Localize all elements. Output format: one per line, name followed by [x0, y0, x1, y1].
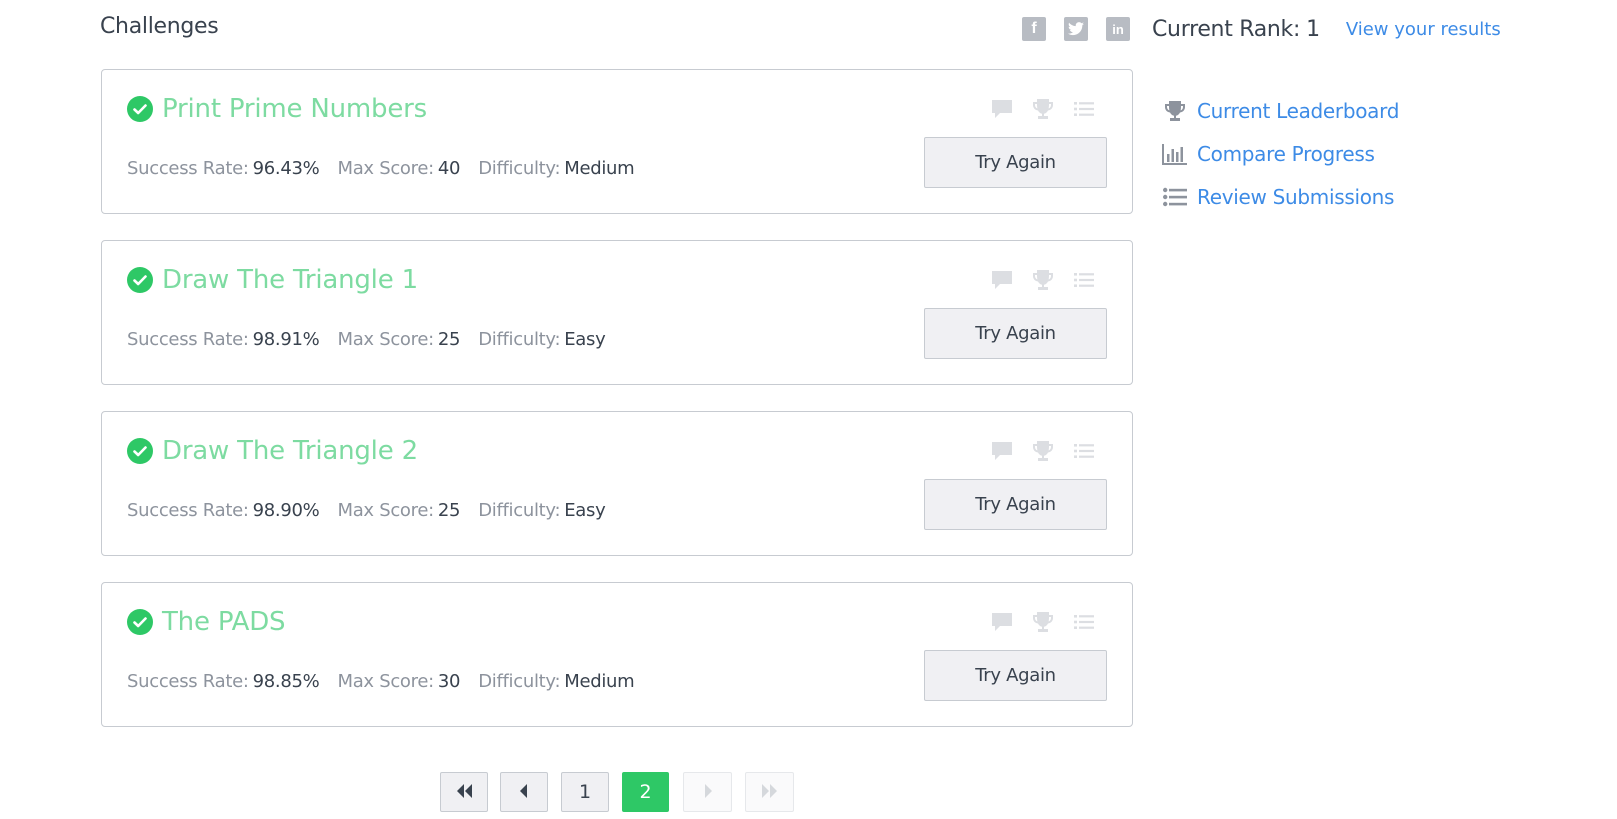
challenge-title[interactable]: Draw The Triangle 1 — [162, 265, 418, 295]
difficulty-value: Easy — [564, 500, 606, 521]
challenge-title[interactable]: The PADS — [162, 607, 286, 637]
challenge-actions — [990, 269, 1113, 291]
difficulty-label: Difficulty: — [478, 500, 561, 521]
challenge-actions — [990, 611, 1113, 633]
max-score-value: 30 — [437, 671, 461, 692]
challenge-title-row: Draw The Triangle 1 — [127, 265, 418, 295]
success-rate-value: 98.91% — [252, 329, 320, 350]
trophy-icon — [1162, 100, 1188, 122]
difficulty-label: Difficulty: — [478, 671, 561, 692]
difficulty-label: Difficulty: — [478, 329, 561, 350]
challenge-meta: Success Rate: 98.91% Max Score: 25 Difficu… — [127, 329, 623, 350]
try-again-button[interactable]: Try Again — [924, 308, 1107, 359]
bar-chart-icon — [1162, 143, 1188, 165]
sidebar: Current Leaderboard Compare Progress Rev… — [1162, 99, 1400, 229]
challenge-card: Draw The Triangle 1 Success Rate: 98.91% … — [101, 240, 1133, 385]
list-icon[interactable] — [1072, 611, 1096, 633]
challenge-title-row: Draw The Triangle 2 — [127, 436, 418, 466]
try-again-button[interactable]: Try Again — [924, 137, 1107, 188]
sidebar-item-label: Review Submissions — [1197, 185, 1395, 209]
twitter-icon[interactable] — [1064, 17, 1088, 41]
challenge-actions — [990, 98, 1113, 120]
linkedin-icon[interactable]: in — [1106, 17, 1130, 41]
prev-page-button[interactable] — [500, 772, 548, 812]
first-page-button[interactable] — [440, 772, 488, 812]
success-rate-label: Success Rate: — [127, 158, 249, 179]
trophy-icon[interactable] — [1031, 269, 1055, 291]
sidebar-item-label: Compare Progress — [1197, 142, 1375, 166]
discussion-icon[interactable] — [990, 98, 1014, 120]
max-score-value: 40 — [437, 158, 461, 179]
check-icon — [127, 609, 153, 635]
discussion-icon[interactable] — [990, 611, 1014, 633]
try-again-button[interactable]: Try Again — [924, 479, 1107, 530]
sidebar-item-compare-progress[interactable]: Compare Progress — [1162, 142, 1399, 166]
chevron-right-icon — [703, 781, 713, 803]
rank-label: Current Rank: — [1152, 16, 1301, 42]
page-number: 2 — [639, 781, 652, 803]
discussion-icon[interactable] — [990, 440, 1014, 462]
success-rate-value: 98.90% — [252, 500, 320, 521]
trophy-icon[interactable] — [1031, 440, 1055, 462]
trophy-icon[interactable] — [1031, 611, 1055, 633]
current-rank: Current Rank: 1 — [1152, 17, 1320, 42]
double-chevron-left-icon — [455, 781, 473, 803]
max-score-label: Max Score: — [337, 500, 434, 521]
challenge-title[interactable]: Print Prime Numbers — [162, 94, 427, 124]
difficulty-value: Medium — [564, 158, 635, 179]
list-icon[interactable] — [1072, 98, 1096, 120]
challenge-meta: Success Rate: 96.43% Max Score: 40 Difficu… — [127, 158, 652, 179]
list-icon[interactable] — [1072, 440, 1096, 462]
header-right: f in Current Rank: 1 View your results — [1022, 14, 1501, 44]
page-number: 1 — [578, 781, 592, 803]
next-page-button — [683, 772, 732, 812]
page-button-2[interactable]: 2 — [622, 772, 669, 812]
challenge-card: Draw The Triangle 2 Success Rate: 98.90% … — [101, 411, 1133, 556]
check-icon — [127, 438, 153, 464]
page-title: Challenges — [100, 14, 219, 39]
list-icon[interactable] — [1072, 269, 1096, 291]
trophy-icon[interactable] — [1031, 98, 1055, 120]
sidebar-item-label: Current Leaderboard — [1197, 99, 1400, 123]
difficulty-value: Medium — [564, 671, 635, 692]
try-again-button[interactable]: Try Again — [924, 650, 1107, 701]
success-rate-value: 96.43% — [252, 158, 320, 179]
linkedin-glyph: in — [1112, 21, 1124, 37]
challenge-title[interactable]: Draw The Triangle 2 — [162, 436, 418, 466]
challenge-card: Print Prime Numbers Success Rate: 96.43% … — [101, 69, 1133, 214]
check-icon — [127, 267, 153, 293]
max-score-value: 25 — [437, 500, 461, 521]
double-chevron-right-icon — [761, 781, 779, 803]
chevron-left-icon — [519, 781, 529, 803]
success-rate-value: 98.85% — [252, 671, 320, 692]
success-rate-label: Success Rate: — [127, 671, 249, 692]
list-icon — [1162, 186, 1188, 208]
difficulty-label: Difficulty: — [478, 158, 561, 179]
check-icon — [127, 96, 153, 122]
page-button-1[interactable]: 1 — [561, 772, 609, 812]
sidebar-item-review-submissions[interactable]: Review Submissions — [1162, 185, 1399, 209]
difficulty-value: Easy — [564, 329, 606, 350]
challenge-actions — [990, 440, 1113, 462]
success-rate-label: Success Rate: — [127, 500, 249, 521]
challenge-meta: Success Rate: 98.90% Max Score: 25 Difficu… — [127, 500, 623, 521]
challenge-card: The PADS Success Rate: 98.85% Max Score: 3… — [101, 582, 1133, 727]
max-score-value: 25 — [437, 329, 461, 350]
facebook-icon[interactable]: f — [1022, 17, 1046, 41]
max-score-label: Max Score: — [337, 158, 434, 179]
facebook-glyph: f — [1031, 20, 1037, 37]
view-results-link[interactable]: View your results — [1346, 19, 1501, 40]
max-score-label: Max Score: — [337, 329, 434, 350]
sidebar-item-leaderboard[interactable]: Current Leaderboard — [1162, 99, 1400, 123]
discussion-icon[interactable] — [990, 269, 1014, 291]
challenge-meta: Success Rate: 98.85% Max Score: 30 Difficu… — [127, 671, 652, 692]
last-page-button — [745, 772, 794, 812]
success-rate-label: Success Rate: — [127, 329, 249, 350]
max-score-label: Max Score: — [337, 671, 434, 692]
challenge-title-row: Print Prime Numbers — [127, 94, 427, 124]
rank-value: 1 — [1306, 16, 1320, 42]
challenge-title-row: The PADS — [127, 607, 286, 637]
